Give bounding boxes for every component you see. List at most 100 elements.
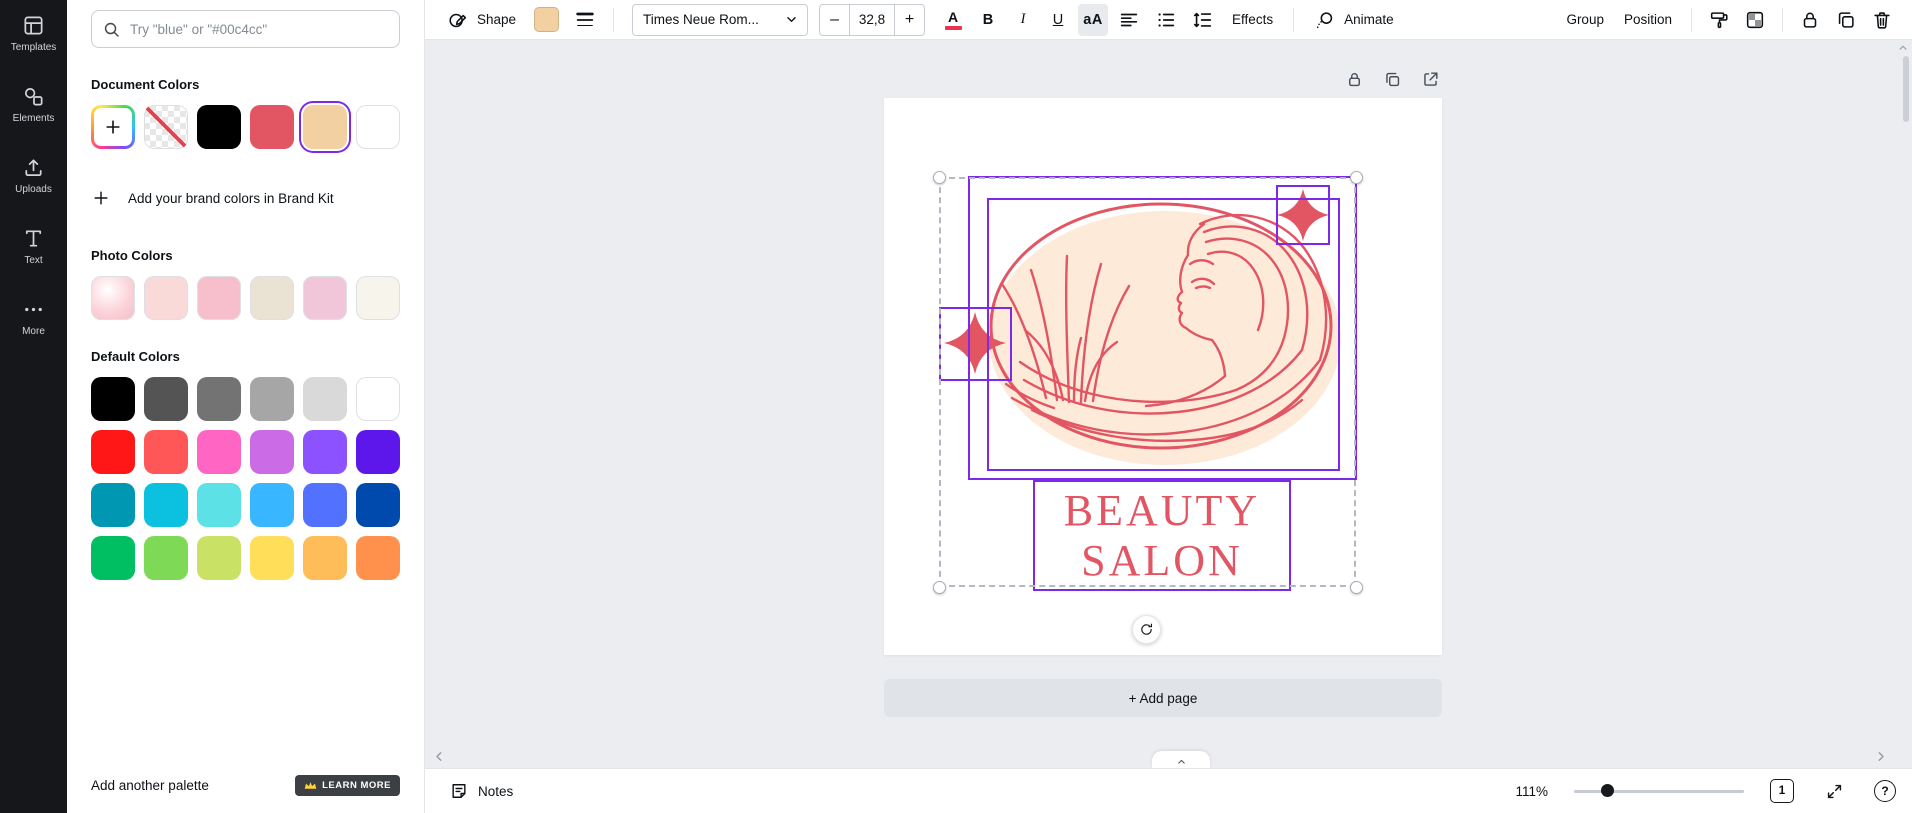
color-swatch[interactable] <box>356 536 400 580</box>
toolbar-divider <box>1691 8 1692 32</box>
font-family-select[interactable]: Times Neue Rom... <box>632 4 808 36</box>
font-size-increase-button[interactable]: + <box>895 4 924 36</box>
color-swatch[interactable] <box>303 276 347 320</box>
color-swatch[interactable] <box>91 377 135 421</box>
vertical-scrollbar[interactable] <box>1903 56 1909 122</box>
help-button[interactable]: ? <box>1874 780 1896 802</box>
chevron-left-icon <box>432 749 447 764</box>
color-swatch[interactable] <box>197 377 241 421</box>
color-swatch[interactable] <box>144 377 188 421</box>
color-swatch[interactable] <box>91 483 135 527</box>
zoom-slider[interactable] <box>1574 781 1744 801</box>
sidebar-item-text[interactable]: Text <box>0 215 67 277</box>
animate-button[interactable]: Animate <box>1306 4 1402 36</box>
toolbar-right-group: Group Position <box>1558 4 1898 36</box>
timeline-pull-tab[interactable] <box>1152 751 1210 768</box>
group-button[interactable]: Group <box>1558 4 1612 36</box>
color-swatch[interactable] <box>250 377 294 421</box>
transparency-button[interactable] <box>1739 4 1771 36</box>
scroll-left-button[interactable] <box>432 749 447 764</box>
duplicate-button[interactable] <box>1830 4 1862 36</box>
color-swatch[interactable] <box>250 483 294 527</box>
resize-handle-bottom-right[interactable] <box>1350 581 1363 594</box>
shape-button[interactable]: Shape <box>439 4 524 36</box>
text-element[interactable]: BEAUTY SALON <box>1034 481 1290 590</box>
resize-handle-top-right[interactable] <box>1350 171 1363 184</box>
add-another-palette-button[interactable]: Add another palette <box>91 778 209 793</box>
resize-handle-bottom-left[interactable] <box>933 581 946 594</box>
color-swatch-selected[interactable] <box>303 105 347 149</box>
learn-more-badge[interactable]: LEARN MORE <box>295 775 400 796</box>
color-swatch[interactable] <box>144 536 188 580</box>
export-page-button[interactable] <box>1417 66 1443 92</box>
color-swatch[interactable] <box>197 483 241 527</box>
duplicate-page-button[interactable] <box>1379 66 1405 92</box>
color-swatch[interactable] <box>197 430 241 474</box>
add-brand-colors-button[interactable]: Add your brand colors in Brand Kit <box>91 177 334 219</box>
color-swatch[interactable] <box>197 105 241 149</box>
color-swatch[interactable] <box>197 536 241 580</box>
color-swatch[interactable] <box>250 430 294 474</box>
color-swatch[interactable] <box>303 483 347 527</box>
scroll-up-icon[interactable] <box>1896 41 1910 55</box>
color-swatch[interactable] <box>250 536 294 580</box>
page-indicator-button[interactable]: 1 <box>1770 779 1794 803</box>
color-swatch[interactable] <box>303 430 347 474</box>
color-swatch[interactable] <box>144 483 188 527</box>
sidebar-item-more[interactable]: More <box>0 286 67 348</box>
title-line-2: SALON <box>1081 536 1243 586</box>
sidebar-item-templates[interactable]: Templates <box>0 2 67 64</box>
design-page[interactable]: BEAUTY SALON <box>884 98 1442 655</box>
no-color-swatch[interactable] <box>144 105 188 149</box>
resize-handle-top-left[interactable] <box>933 171 946 184</box>
text-color-button[interactable]: A <box>938 4 968 36</box>
color-swatch[interactable] <box>144 276 188 320</box>
color-swatch[interactable] <box>250 105 294 149</box>
fill-color-button[interactable] <box>534 7 559 32</box>
color-swatch[interactable] <box>250 276 294 320</box>
copy-style-button[interactable] <box>1703 4 1735 36</box>
sidebar-item-elements[interactable]: Elements <box>0 73 67 135</box>
plus-icon <box>103 117 123 137</box>
effects-button[interactable]: Effects <box>1224 4 1281 36</box>
color-swatch[interactable] <box>197 276 241 320</box>
notes-button[interactable]: Notes <box>441 776 521 806</box>
sidebar-item-uploads[interactable]: Uploads <box>0 144 67 206</box>
color-swatch[interactable] <box>91 430 135 474</box>
font-size-value[interactable]: 32,8 <box>849 4 895 36</box>
alignment-button[interactable] <box>1113 4 1145 36</box>
add-color-button[interactable] <box>91 105 135 149</box>
toolbar-divider <box>613 8 614 32</box>
color-swatch[interactable] <box>144 430 188 474</box>
scroll-right-button[interactable] <box>1873 749 1888 764</box>
bullet-list-button[interactable] <box>1150 4 1182 36</box>
color-swatch[interactable] <box>303 536 347 580</box>
border-weight-button[interactable] <box>569 4 601 36</box>
fullscreen-button[interactable] <box>1820 777 1848 805</box>
color-swatch[interactable] <box>356 377 400 421</box>
bold-button[interactable]: B <box>973 4 1003 36</box>
color-swatch[interactable] <box>91 536 135 580</box>
delete-button[interactable] <box>1866 4 1898 36</box>
italic-button[interactable]: I <box>1008 4 1038 36</box>
lock-page-button[interactable] <box>1341 66 1367 92</box>
color-swatch[interactable] <box>356 105 400 149</box>
search-input[interactable] <box>130 22 389 37</box>
color-swatch[interactable] <box>356 276 400 320</box>
color-swatch[interactable] <box>356 483 400 527</box>
spacing-button[interactable] <box>1187 4 1219 36</box>
rotate-handle[interactable] <box>1132 615 1161 644</box>
text-case-button[interactable]: aA <box>1078 4 1108 36</box>
add-page-label: + Add page <box>1129 691 1198 706</box>
position-button[interactable]: Position <box>1616 4 1680 36</box>
zoom-slider-thumb[interactable] <box>1601 784 1614 797</box>
color-swatch[interactable] <box>91 276 135 320</box>
color-swatch[interactable] <box>303 377 347 421</box>
add-page-button[interactable]: + Add page <box>884 679 1442 717</box>
font-size-decrease-button[interactable]: – <box>820 4 849 36</box>
underline-button[interactable]: U <box>1043 4 1073 36</box>
lock-button[interactable] <box>1794 4 1826 36</box>
text-color-glyph: A <box>948 10 958 24</box>
color-swatch[interactable] <box>356 430 400 474</box>
sparkle-star-top-right[interactable] <box>1277 189 1329 241</box>
